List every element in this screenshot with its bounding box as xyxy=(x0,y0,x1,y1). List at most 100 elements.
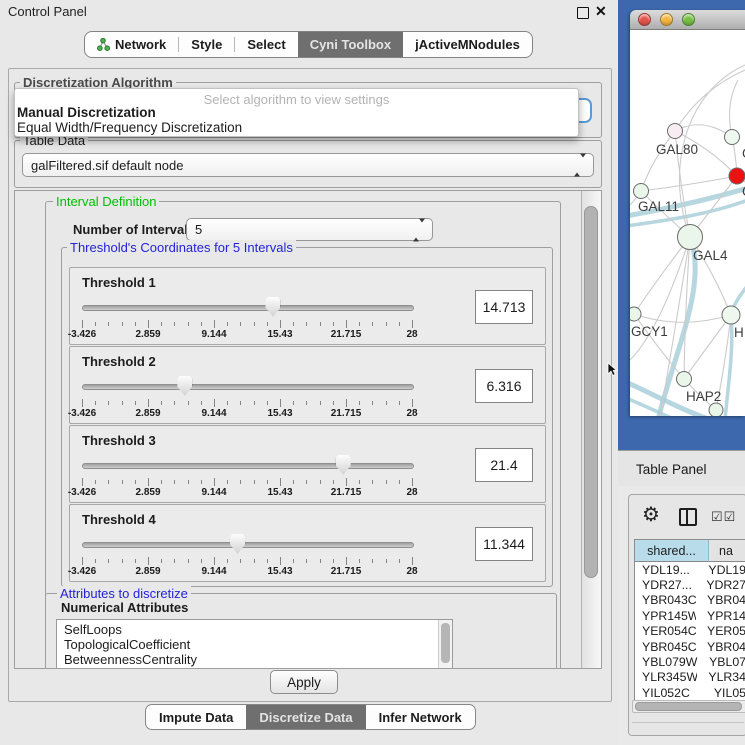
threshold-value-field[interactable]: 14.713 xyxy=(475,290,533,324)
table-row[interactable]: YBR045CYBR04 xyxy=(635,639,745,654)
tick-mark xyxy=(386,559,387,563)
tick-mark xyxy=(320,401,321,405)
tab-jactivemnodules[interactable]: jActiveMNodules xyxy=(403,32,532,57)
table-row[interactable]: YER054CYER05 xyxy=(635,624,745,639)
slider-thumb[interactable] xyxy=(230,534,245,554)
tab-discretize-data[interactable]: Discretize Data xyxy=(246,705,365,729)
select-columns-icons[interactable]: ☑☑ xyxy=(711,509,736,525)
table-row[interactable]: YPR145WYPR14 xyxy=(635,608,745,623)
table-row[interactable]: YLR345WYLR34 xyxy=(635,670,745,685)
table-row[interactable]: YDR27...YDR27 xyxy=(635,577,745,592)
tick-mark xyxy=(122,559,123,563)
list-scrollbar[interactable] xyxy=(438,620,452,669)
tick-label: 28 xyxy=(406,487,417,498)
list-scrollbar-thumb[interactable] xyxy=(441,623,450,663)
tick-mark xyxy=(108,401,109,405)
tick-label: 9.144 xyxy=(201,566,226,577)
tick-mark xyxy=(386,322,387,326)
interval-definition-label: Interval Definition xyxy=(53,194,159,209)
threshold-panel: Threshold 2 -3.4262.8599.14415.4321.71528… xyxy=(69,346,546,424)
cell-name: YER05 xyxy=(696,624,745,638)
tab-infer-network[interactable]: Infer Network xyxy=(366,705,475,729)
zoom-traffic-light[interactable] xyxy=(682,13,695,26)
threshold-slider[interactable]: -3.4262.8599.14415.4321.71528 xyxy=(82,296,412,342)
tick-mark xyxy=(254,401,255,405)
network-node[interactable] xyxy=(709,403,723,416)
column-header-shared-name[interactable]: shared... xyxy=(635,540,709,562)
network-node-gal11[interactable] xyxy=(634,184,649,199)
threshold-value-field[interactable]: 11.344 xyxy=(475,527,533,561)
slider-tick-labels: -3.4262.8599.14415.4321.71528 xyxy=(82,329,412,341)
table-row[interactable]: YBR043CYBR04 xyxy=(635,593,745,608)
tick-mark xyxy=(346,399,347,407)
network-canvas[interactable]: GAL80GACGAL11GAL4GCY1HHAP2 xyxy=(630,30,745,416)
network-node-gcy1[interactable] xyxy=(630,307,641,321)
tick-mark xyxy=(214,478,215,486)
table-row[interactable]: YIL052CYIL05 xyxy=(635,685,745,700)
threshold-slider[interactable]: -3.4262.8599.14415.4321.71528 xyxy=(82,533,412,579)
apply-button[interactable]: Apply xyxy=(270,670,338,694)
tab-impute-data[interactable]: Impute Data xyxy=(146,705,246,729)
tick-mark xyxy=(108,480,109,484)
threshold-value-field[interactable]: 6.316 xyxy=(475,369,533,403)
numerical-attribute-item[interactable]: SelfLoops xyxy=(57,622,452,637)
cell-name: YBR04 xyxy=(696,640,745,654)
table-data-combobox[interactable]: galFiltered.sif default node xyxy=(22,153,594,177)
tick-mark xyxy=(399,401,400,405)
threshold-slider[interactable]: -3.4262.8599.14415.4321.71528 xyxy=(82,375,412,421)
tab-cyni-toolbox[interactable]: Cyni Toolbox xyxy=(298,32,403,57)
tick-label: 15.43 xyxy=(267,566,292,577)
network-icon xyxy=(97,38,110,51)
float-window-icon[interactable] xyxy=(577,7,589,19)
tab-select[interactable]: Select xyxy=(235,32,297,57)
numerical-attribute-item[interactable]: BetweennessCentrality xyxy=(57,652,452,667)
cell-name: YIL05 xyxy=(703,686,745,700)
slider-thumb[interactable] xyxy=(265,297,280,317)
threshold-label: Threshold 2 xyxy=(82,354,156,369)
option-manual-discretization[interactable]: Manual Discretization xyxy=(17,105,156,120)
vertical-scrollbar[interactable] xyxy=(581,191,601,668)
slider-thumb[interactable] xyxy=(177,376,192,396)
network-node-c[interactable] xyxy=(729,168,745,184)
split-columns-icon[interactable] xyxy=(679,508,697,526)
network-node-h[interactable] xyxy=(722,306,740,324)
slider-tick-labels: -3.4262.8599.14415.4321.71528 xyxy=(82,408,412,420)
tick-mark xyxy=(122,322,123,326)
close-icon[interactable]: ✕ xyxy=(595,3,607,20)
threshold-value-field[interactable]: 21.4 xyxy=(475,448,533,482)
option-equal-width-frequency[interactable]: Equal Width/Frequency Discretization xyxy=(17,120,242,135)
number-of-intervals-combobox[interactable]: 5 xyxy=(186,218,433,241)
close-traffic-light[interactable] xyxy=(638,13,651,26)
network-node-ga[interactable] xyxy=(725,130,740,145)
network-node-gal80[interactable] xyxy=(668,124,683,139)
slider-thumb[interactable] xyxy=(336,455,351,475)
cell-shared-name: YBL079W xyxy=(635,655,698,669)
table-row[interactable]: YBL079WYBL07 xyxy=(635,654,745,669)
tick-mark xyxy=(148,399,149,407)
tick-mark xyxy=(333,559,334,563)
tab-network[interactable]: Network xyxy=(85,32,178,57)
network-node-hap2[interactable] xyxy=(677,372,692,387)
threshold-slider[interactable]: -3.4262.8599.14415.4321.71528 xyxy=(82,454,412,500)
tab-style[interactable]: Style xyxy=(179,32,234,57)
tick-mark xyxy=(267,401,268,405)
column-header-name[interactable]: na xyxy=(709,540,745,562)
table-row[interactable]: YDL19...YDL19 xyxy=(635,562,745,577)
network-window-titlebar[interactable] xyxy=(630,10,745,30)
tick-mark xyxy=(148,320,149,328)
gear-icon[interactable]: ⚙ xyxy=(642,505,660,525)
spinner-arrows-icon xyxy=(413,222,425,237)
slider-ticks xyxy=(82,478,412,486)
numerical-attribute-item[interactable]: TopologicalCoefficient xyxy=(57,637,452,652)
slider-track xyxy=(82,542,414,548)
cell-shared-name: YIL052C xyxy=(635,686,703,700)
network-node-gal4[interactable] xyxy=(678,225,703,250)
tab-network-label: Network xyxy=(115,37,166,52)
vertical-scrollbar-thumb[interactable] xyxy=(584,206,598,578)
threshold-label: Threshold 1 xyxy=(82,275,156,290)
horizontal-scrollbar[interactable] xyxy=(632,700,745,713)
number-of-intervals-value: 5 xyxy=(195,222,202,237)
numerical-attributes-list[interactable]: SelfLoopsTopologicalCoefficientBetweenne… xyxy=(56,619,453,669)
minimize-traffic-light[interactable] xyxy=(660,13,673,26)
horizontal-scrollbar-thumb[interactable] xyxy=(635,702,742,711)
